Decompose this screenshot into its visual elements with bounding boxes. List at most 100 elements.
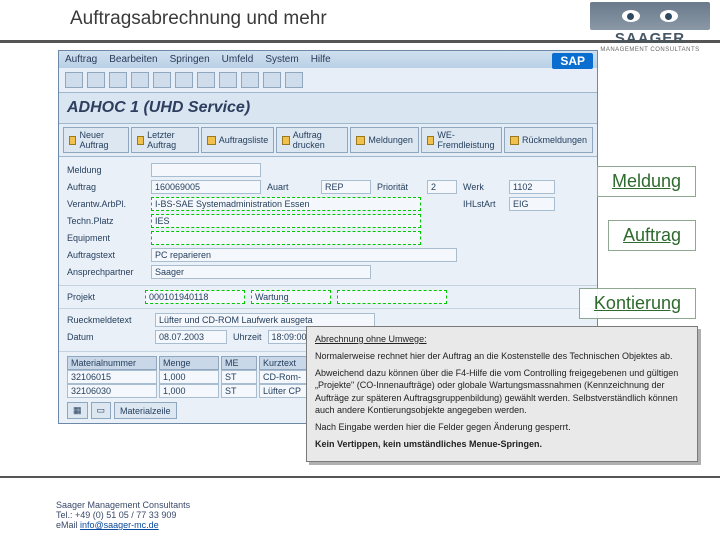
print-icon bbox=[282, 136, 289, 145]
col-me: ME bbox=[221, 356, 257, 370]
callout-heading: Abrechnung ohne Umwege: bbox=[315, 334, 427, 344]
menu-umfeld[interactable]: Umfeld bbox=[222, 54, 254, 65]
fld-datum[interactable]: 08.07.2003 bbox=[155, 330, 227, 344]
btn-label: Letzter Auftrag bbox=[147, 130, 193, 150]
annotation-kontierung: Kontierung bbox=[579, 288, 696, 319]
toolbar-icon[interactable] bbox=[285, 72, 303, 88]
btn-add-row[interactable]: ▦ bbox=[67, 402, 88, 419]
doc-icon bbox=[137, 136, 144, 145]
plus-icon: ▦ bbox=[73, 405, 82, 416]
fld-auart[interactable]: REP bbox=[321, 180, 371, 194]
lbl-technplatz: Techn.Platz bbox=[67, 216, 145, 226]
list-icon bbox=[207, 136, 216, 145]
btn-del-row[interactable]: ▭ bbox=[91, 402, 112, 419]
cell-matnr[interactable]: 32106015 bbox=[67, 370, 157, 384]
callout-p1: Normalerweise rechnet hier der Auftrag a… bbox=[315, 350, 689, 362]
fld-ansprech[interactable]: Saager bbox=[151, 265, 371, 279]
lbl-verantw: Verantw.ArbPl. bbox=[67, 199, 145, 209]
btn-letzter-auftrag[interactable]: Letzter Auftrag bbox=[131, 127, 199, 153]
projekt-row: Projekt 000101940118 Wartung bbox=[59, 285, 597, 308]
footer-rule bbox=[0, 476, 720, 478]
btn-auftragsliste[interactable]: Auftragsliste bbox=[201, 127, 275, 153]
toolbar-icon[interactable] bbox=[131, 72, 149, 88]
footer-email-link[interactable]: info@saager-mc.de bbox=[80, 520, 159, 530]
toolbar-icon[interactable] bbox=[197, 72, 215, 88]
menu-bearbeiten[interactable]: Bearbeiten bbox=[109, 54, 157, 65]
brand-sub: MANAGEMENT CONSULTANTS bbox=[590, 47, 710, 53]
toolbar-icon[interactable] bbox=[87, 72, 105, 88]
fld-projekt-id[interactable]: 000101940118 bbox=[145, 290, 245, 304]
btn-auftrag-drucken[interactable]: Auftrag drucken bbox=[276, 127, 348, 153]
callout-p2: Abweichend dazu können über die F4-Hilfe… bbox=[315, 367, 689, 416]
callout-p3: Nach Eingabe werden hier die Felder gege… bbox=[315, 421, 689, 433]
col-menge: Menge bbox=[159, 356, 219, 370]
conf-icon bbox=[510, 136, 519, 145]
cell-matnr[interactable]: 32106030 bbox=[67, 384, 157, 398]
footer-company: Saager Management Consultants bbox=[56, 500, 190, 510]
minus-icon: ▭ bbox=[97, 405, 106, 416]
brand-logo: SAAGER MANAGEMENT CONSULTANTS bbox=[590, 2, 710, 53]
fld-meldung[interactable] bbox=[151, 163, 261, 177]
btn-materialzeile[interactable]: Materialzeile bbox=[114, 402, 177, 419]
fld-equipment[interactable] bbox=[151, 231, 421, 245]
btn-label: Auftragsliste bbox=[219, 135, 269, 145]
fld-projekt-extra[interactable] bbox=[337, 290, 447, 304]
msg-icon bbox=[356, 136, 365, 145]
toolbar-icon[interactable] bbox=[109, 72, 127, 88]
cell-me[interactable]: ST bbox=[221, 370, 257, 384]
lbl-auftrag: Auftrag bbox=[67, 182, 145, 192]
cell-me[interactable]: ST bbox=[221, 384, 257, 398]
toolbar-icon[interactable] bbox=[263, 72, 281, 88]
btn-label: WE-Fremdleistung bbox=[437, 130, 496, 150]
toolbar-icon[interactable] bbox=[219, 72, 237, 88]
btn-meldungen[interactable]: Meldungen bbox=[350, 127, 419, 153]
annotation-meldung: Meldung bbox=[597, 166, 696, 197]
fld-auftragstext[interactable]: PC reparieren bbox=[151, 248, 457, 262]
lbl-ansprech: Ansprechpartner bbox=[67, 267, 145, 277]
cell-menge[interactable]: 1,000 bbox=[159, 384, 219, 398]
menu-hilfe[interactable]: Hilfe bbox=[311, 54, 331, 65]
btn-label: Rückmeldungen bbox=[522, 135, 587, 145]
lbl-ihlstart: IHLstArt bbox=[463, 199, 503, 209]
callout-p4: Kein Vertippen, kein umständliches Menue… bbox=[315, 439, 542, 449]
menu-system[interactable]: System bbox=[265, 54, 298, 65]
menu-auftrag[interactable]: Auftrag bbox=[65, 54, 97, 65]
brand-name: SAAGER bbox=[590, 30, 710, 47]
lbl-meldung: Meldung bbox=[67, 165, 145, 175]
lbl-projekt: Projekt bbox=[67, 292, 139, 302]
lbl-equipment: Equipment bbox=[67, 233, 145, 243]
btn-rueckmeldungen[interactable]: Rückmeldungen bbox=[504, 127, 593, 153]
fld-verantw[interactable]: I-BS-SAE Systemadministration Essen bbox=[151, 197, 421, 211]
btn-we-fremd[interactable]: WE-Fremdleistung bbox=[421, 127, 502, 153]
fld-auftrag[interactable]: 160069005 bbox=[151, 180, 261, 194]
lbl-werk: Werk bbox=[463, 182, 503, 192]
btn-label: Meldungen bbox=[368, 135, 413, 145]
fld-werk[interactable]: 1102 bbox=[509, 180, 555, 194]
annotation-auftrag: Auftrag bbox=[608, 220, 696, 251]
lbl-rueckmeldetext: Rueckmeldetext bbox=[67, 315, 149, 325]
sap-icon-toolbar bbox=[59, 68, 597, 93]
toolbar-icon[interactable] bbox=[175, 72, 193, 88]
footer-email-label: eMail bbox=[56, 520, 80, 530]
footer: Saager Management Consultants Tel.: +49 … bbox=[56, 500, 190, 530]
app-toolbar: Neuer Auftrag Letzter Auftrag Auftragsli… bbox=[59, 124, 597, 157]
footer-phone: Tel.: +49 (0) 51 05 / 77 33 909 bbox=[56, 510, 190, 520]
fld-projekt-wartung[interactable]: Wartung bbox=[251, 290, 331, 304]
col-materialnummer: Materialnummer bbox=[67, 356, 157, 370]
fld-prioritaet[interactable]: 2 bbox=[427, 180, 457, 194]
btn-label: Materialzeile bbox=[120, 406, 171, 416]
fld-rueckmeldetext[interactable]: Lüfter und CD-ROM Laufwerk ausgeta bbox=[155, 313, 375, 327]
btn-label: Auftrag drucken bbox=[293, 130, 343, 150]
btn-neuer-auftrag[interactable]: Neuer Auftrag bbox=[63, 127, 129, 153]
toolbar-icon[interactable] bbox=[65, 72, 83, 88]
sap-menu-bar: Auftrag Bearbeiten Springen Umfeld Syste… bbox=[59, 51, 597, 68]
toolbar-icon[interactable] bbox=[153, 72, 171, 88]
cell-menge[interactable]: 1,000 bbox=[159, 370, 219, 384]
lbl-prioritaet: Priorität bbox=[377, 182, 421, 192]
btn-label: Neuer Auftrag bbox=[79, 130, 122, 150]
fld-ihlstart[interactable]: EIG bbox=[509, 197, 555, 211]
menu-springen[interactable]: Springen bbox=[170, 54, 210, 65]
toolbar-icon[interactable] bbox=[241, 72, 259, 88]
logo-graphic bbox=[590, 2, 710, 30]
fld-technplatz[interactable]: IES bbox=[151, 214, 421, 228]
